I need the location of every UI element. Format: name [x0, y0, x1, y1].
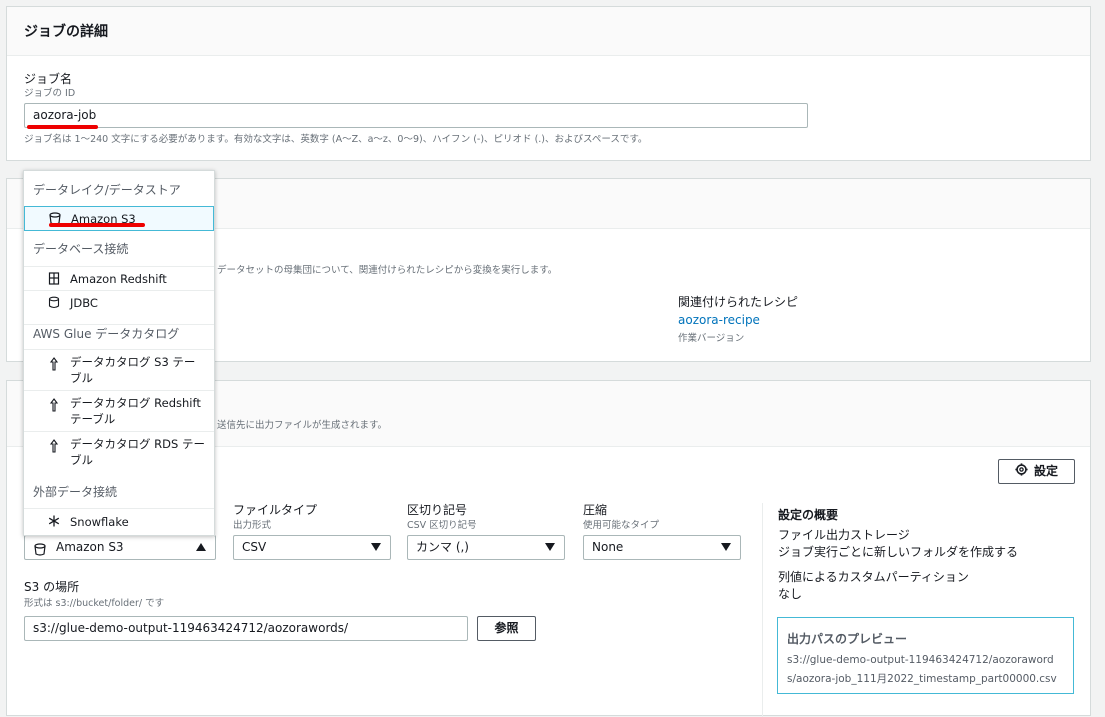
compression-value: None [592, 540, 624, 554]
dropdown-option-catalog-s3[interactable]: データカタログ S3 テーブル [24, 349, 214, 390]
settings-button[interactable]: 設定 [998, 459, 1075, 484]
dropdown-option-redshift[interactable]: Amazon Redshift [24, 266, 214, 290]
compression-select[interactable]: None [583, 535, 741, 560]
summary-line4: なし [778, 587, 803, 601]
chevron-down-icon [371, 543, 381, 551]
recipe-version-label: 作業バージョン [678, 333, 745, 344]
delimiter-label: 区切り記号 [407, 503, 468, 517]
chevron-up-icon [196, 543, 206, 551]
dropdown-option-snowflake[interactable]: Snowflake [24, 508, 214, 535]
dropdown-option-label: データカタログ Redshift テーブル [70, 396, 201, 426]
dropdown-option-jdbc[interactable]: JDBC [24, 290, 214, 314]
dropdown-option-amazon-s3[interactable]: Amazon S3 [24, 206, 214, 231]
snowflake-icon [48, 515, 60, 527]
catalog-icon [48, 439, 60, 453]
dropdown-group-external: 外部データ接続 [33, 485, 118, 499]
dropdown-group-glue-catalog: AWS Glue データカタログ [24, 324, 214, 342]
settings-button-label: 設定 [1033, 464, 1058, 478]
recipe-link[interactable]: aozora-recipe [678, 313, 760, 327]
delimiter-sublabel: CSV 区切り記号 [407, 520, 477, 531]
job-name-input[interactable]: aozora-job [24, 103, 808, 128]
file-type-select[interactable]: CSV [233, 535, 391, 560]
database-icon [48, 296, 60, 309]
output-target-select[interactable]: Amazon S3 [24, 535, 216, 560]
summary-line2: ジョブ実行ごとに新しいフォルダを作成する [778, 545, 1019, 559]
compression-sublabel: 使用可能なタイプ [583, 520, 660, 531]
summary-title: 設定の概要 [778, 508, 839, 522]
summary-line3: 列値によるカスタムパーティション [778, 570, 969, 584]
redshift-icon [48, 272, 60, 285]
output-path-preview: 出力パスのプレビュー s3://glue-demo-output-1194634… [777, 617, 1074, 694]
output-target-value: Amazon S3 [56, 540, 124, 554]
summary-divider [762, 503, 763, 717]
file-type-label: ファイルタイプ [233, 503, 318, 517]
compression-label: 圧縮 [583, 503, 608, 517]
dropdown-option-label: JDBC [70, 296, 98, 310]
dropdown-option-label: Amazon Redshift [70, 272, 167, 286]
output-description: 送信先に出力ファイルが生成されます。 [217, 420, 388, 431]
job-name-sublabel: ジョブの ID [24, 88, 76, 99]
catalog-icon [48, 398, 60, 412]
file-type-sublabel: 出力形式 [233, 520, 272, 531]
dropdown-option-catalog-rds[interactable]: データカタログ RDS テーブル [24, 431, 214, 473]
delimiter-select[interactable]: カンマ (,) [407, 535, 565, 560]
dropdown-group-database: データベース接続 [33, 242, 129, 256]
browse-button[interactable]: 参照 [477, 616, 536, 641]
dropdown-option-catalog-redshift[interactable]: データカタログ Redshift テーブル [24, 390, 214, 431]
preview-line2: s/aozora-job_111月2022_timestamp_part0000… [787, 673, 1057, 685]
preview-title: 出力パスのプレビュー [787, 632, 908, 646]
annotation-underline-s3 [49, 223, 145, 227]
s3-location-label: S3 の場所 [24, 580, 80, 594]
chevron-down-icon [545, 543, 555, 551]
file-type-value: CSV [242, 540, 267, 554]
associated-recipe-label: 関連付けられたレシピ [678, 295, 799, 309]
dropdown-option-label: Snowflake [70, 515, 129, 529]
summary-line1: ファイル出力ストレージ [778, 528, 910, 542]
job-name-hint: ジョブ名は 1〜240 文字にする必要があります。有効な文字は、英数字 (A〜Z… [24, 134, 648, 145]
job-details-panel: ジョブの詳細 ジョブ名 ジョブの ID aozora-job ジョブ名は 1〜2… [6, 6, 1091, 161]
preview-line1: s3://glue-demo-output-119463424712/aozor… [787, 654, 1054, 666]
gear-icon [1015, 461, 1028, 483]
s3-location-input[interactable]: s3://glue-demo-output-119463424712/aozor… [24, 616, 468, 641]
annotation-underline-job [27, 125, 98, 129]
bucket-icon [34, 541, 46, 563]
chevron-down-icon [721, 543, 731, 551]
job-details-title: ジョブの詳細 [7, 7, 1090, 56]
s3-location-sublabel: 形式は s3://bucket/folder/ です [24, 598, 165, 609]
dropdown-option-label: データカタログ RDS テーブル [70, 437, 205, 467]
dropdown-group-datalake: データレイク/データストア [33, 183, 181, 197]
dropdown-option-label: データカタログ S3 テーブル [70, 355, 196, 385]
recipe-description: データセットの母集団について、関連付けられたレシピから変換を実行します。 [217, 265, 558, 276]
delimiter-value: カンマ (,) [416, 540, 469, 554]
catalog-icon [48, 357, 60, 371]
